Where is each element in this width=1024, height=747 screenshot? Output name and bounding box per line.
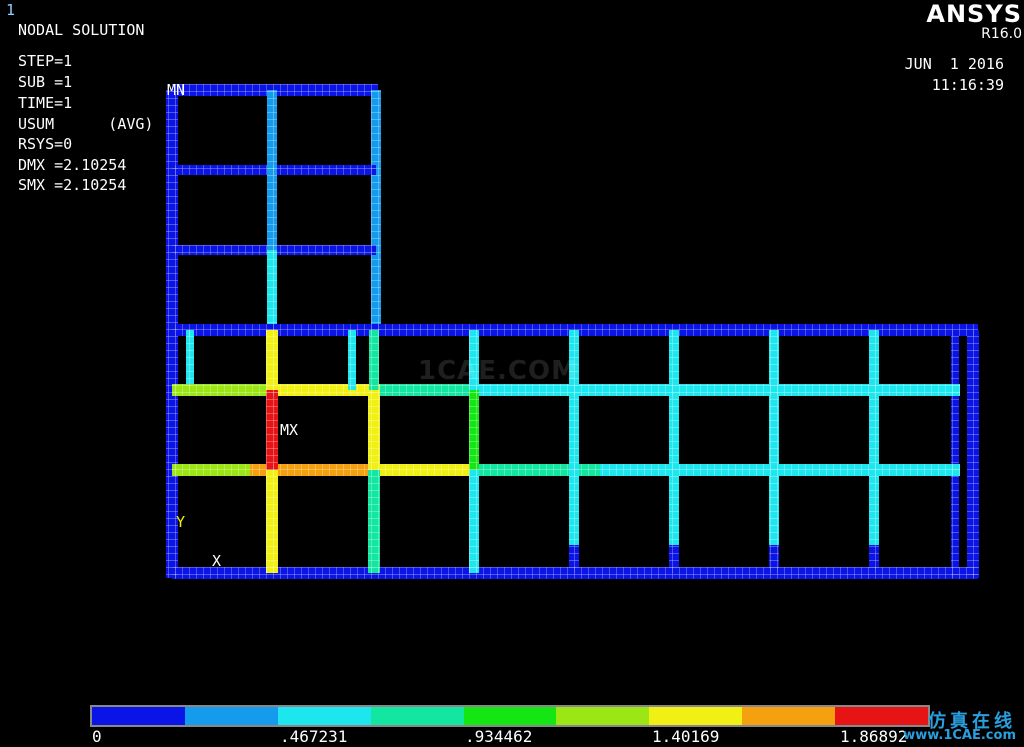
beam-mesh [369, 330, 379, 390]
legend-label-2: .934462 [465, 727, 533, 746]
beam-mesh [951, 330, 959, 578]
beam-mesh [267, 250, 277, 330]
beam-mesh [348, 330, 356, 390]
beam-mesh [769, 545, 779, 573]
beam-mesh [172, 464, 250, 476]
contour-plot [166, 84, 979, 579]
legend-label-4: 1.86892 [840, 727, 908, 746]
legend-label-3: 1.40169 [652, 727, 720, 746]
legend-color-3 [370, 707, 464, 725]
beam-mesh [469, 390, 479, 470]
beam-mesh [669, 330, 679, 545]
beam-mesh [368, 390, 380, 470]
beam-mesh [967, 330, 979, 578]
beam-mesh [769, 330, 779, 545]
legend-colorbar [90, 705, 930, 727]
beam-mesh [270, 384, 380, 396]
legend-label-0: 0 [92, 727, 102, 746]
beam-mesh [869, 545, 879, 573]
min-marker: MN [167, 81, 186, 99]
beam-mesh [669, 545, 679, 573]
legend-color-5 [556, 707, 650, 725]
legend-color-4 [463, 707, 557, 725]
beam-mesh [469, 470, 479, 573]
beam-mesh [368, 470, 380, 573]
legend-color-6 [649, 707, 743, 725]
beam-mesh [172, 384, 270, 396]
beam-mesh [266, 330, 278, 390]
mesh-overlay [166, 84, 979, 579]
axis-x-label: X [212, 552, 222, 570]
legend-color-0 [92, 707, 185, 725]
legend-color-7 [742, 707, 836, 725]
beam-mesh [266, 470, 278, 573]
beam-mesh [371, 90, 381, 330]
site-watermark-url: www.1CAE.com [903, 728, 1016, 743]
legend-label-1: .467231 [280, 727, 348, 746]
beam-mesh [186, 330, 194, 390]
beam-mesh [869, 330, 879, 545]
beam-mesh [266, 390, 278, 470]
beam-mesh [475, 464, 600, 476]
beam-mesh [600, 464, 960, 476]
axis-y-label: Y [176, 513, 186, 531]
max-marker: MX [280, 421, 299, 439]
legend-color-2 [277, 707, 371, 725]
beam-mesh [267, 90, 277, 250]
legend-color-1 [184, 707, 278, 725]
beam-mesh [569, 545, 579, 573]
center-watermark: 1CAE.COM [418, 356, 578, 386]
legend-color-8 [835, 707, 929, 725]
beam-mesh [380, 464, 475, 476]
